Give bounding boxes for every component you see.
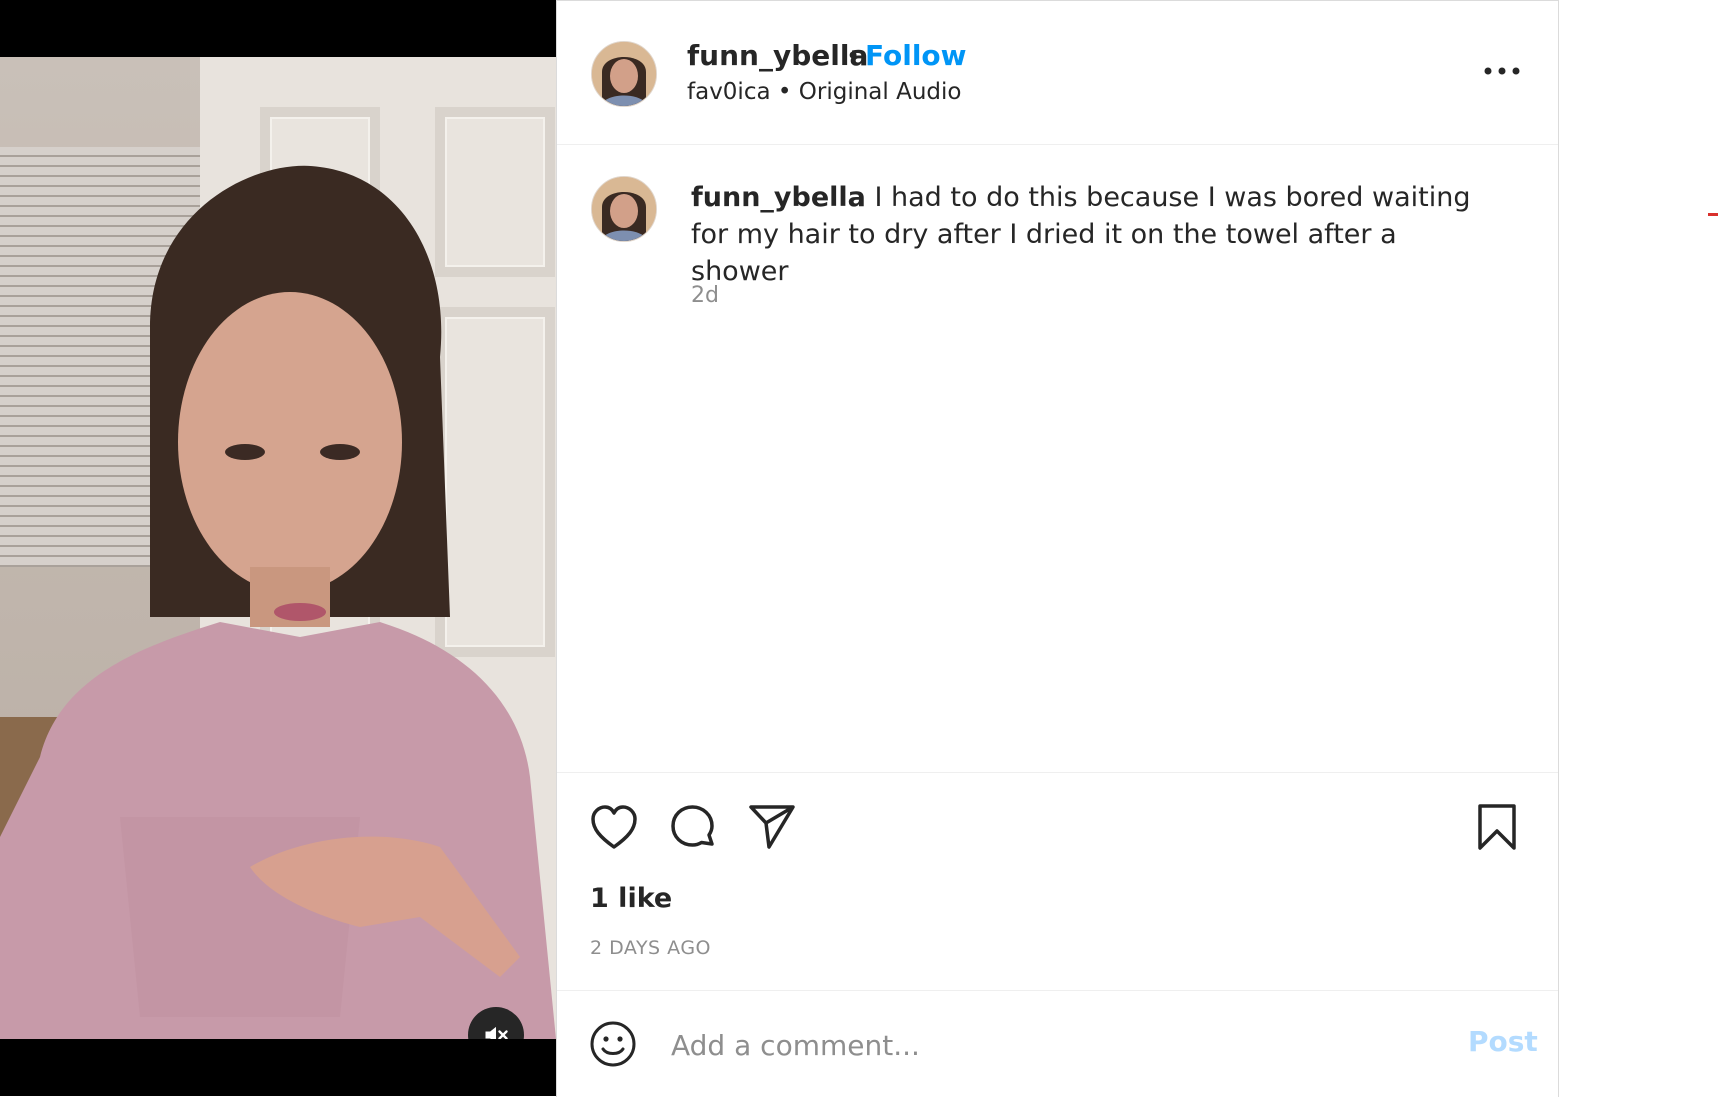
- post-comment-button[interactable]: Post: [1468, 1025, 1538, 1058]
- emoji-button[interactable]: [589, 1020, 637, 1068]
- more-horizontal-icon: [1484, 67, 1520, 75]
- smiley-icon: [590, 1021, 636, 1067]
- header-username-link[interactable]: funn_ybella: [687, 39, 868, 72]
- share-button[interactable]: [748, 803, 796, 855]
- like-button[interactable]: [590, 805, 638, 855]
- caption-timestamp[interactable]: 2d: [691, 283, 719, 308]
- post-date[interactable]: 2 DAYS AGO: [590, 937, 711, 959]
- audio-separator: •: [770, 79, 799, 105]
- audio-user-link[interactable]: fav0ica: [687, 79, 771, 105]
- video-person-figure: [0, 165, 556, 1039]
- bookmark-icon: [1478, 804, 1516, 850]
- comment-button[interactable]: [669, 804, 717, 856]
- comment-icon: [671, 805, 714, 847]
- audio-link[interactable]: Original Audio: [799, 79, 962, 105]
- comment-composer: Post: [557, 990, 1558, 1098]
- audio-line: fav0ica • Original Audio: [687, 79, 961, 105]
- follow-button[interactable]: Follow: [865, 39, 967, 72]
- post-details-pane: funn_ybella • Follow fav0ica • Original …: [556, 0, 1559, 1097]
- share-icon: [749, 805, 795, 849]
- post-header: funn_ybella • Follow fav0ica • Original …: [557, 1, 1558, 145]
- video-frame[interactable]: [0, 57, 556, 1039]
- header-separator: •: [846, 42, 861, 70]
- muted-speaker-icon: [485, 1026, 508, 1039]
- edge-marker: [1708, 213, 1718, 216]
- avatar[interactable]: [591, 41, 657, 107]
- caption-username-link[interactable]: funn_ybella: [691, 182, 866, 213]
- comment-input[interactable]: [669, 1017, 1373, 1073]
- like-count[interactable]: 1 like: [590, 883, 672, 914]
- heart-icon: [591, 805, 637, 849]
- action-bar: 1 like 2 DAYS AGO: [557, 772, 1558, 991]
- caption-avatar[interactable]: [591, 176, 657, 242]
- more-options-button[interactable]: [1482, 61, 1522, 81]
- video-pane[interactable]: [0, 0, 556, 1096]
- save-button[interactable]: [1477, 803, 1517, 855]
- caption-text: funn_ybella I had to do this because I w…: [691, 179, 1501, 290]
